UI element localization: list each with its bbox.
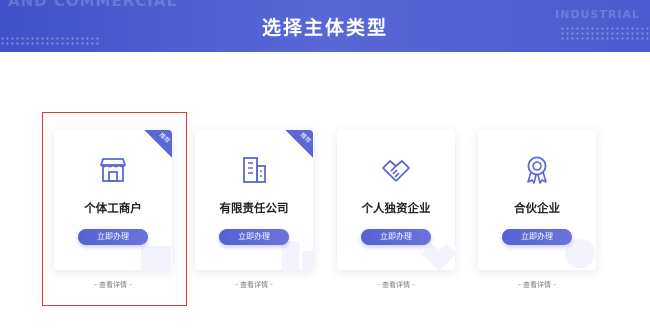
- entity-card-limited-company[interactable]: 推荐 有限责任公司 立即办理: [195, 130, 313, 270]
- building-watermark-icon: [282, 241, 313, 270]
- banner-decorative-text-left: AND COMMERCIAL: [8, 0, 178, 10]
- card-title: 个人独资企业: [361, 201, 431, 215]
- view-details-link[interactable]: - 查看详情 -: [478, 280, 596, 290]
- selection-highlight-frame: [42, 112, 187, 306]
- view-details-link[interactable]: - 查看详情 -: [337, 280, 455, 290]
- card-title: 有限责任公司: [219, 201, 289, 215]
- card-title: 合伙企业: [514, 201, 560, 215]
- entity-card-sole-proprietorship[interactable]: 个人独资企业 立即办理: [337, 130, 455, 270]
- medal-watermark-icon: [565, 238, 595, 269]
- handshake-icon: [382, 160, 410, 182]
- view-details-link[interactable]: - 查看详情 -: [195, 280, 313, 290]
- header-banner: AND COMMERCIAL INDUSTRIAL 选择主体类型: [0, 0, 650, 52]
- entity-card-partnership[interactable]: 合伙企业 立即办理: [478, 130, 596, 270]
- page-title: 选择主体类型: [261, 17, 388, 39]
- office-building-icon: [243, 157, 266, 183]
- handshake-watermark-icon: [421, 243, 455, 270]
- award-medal-icon: [527, 156, 547, 184]
